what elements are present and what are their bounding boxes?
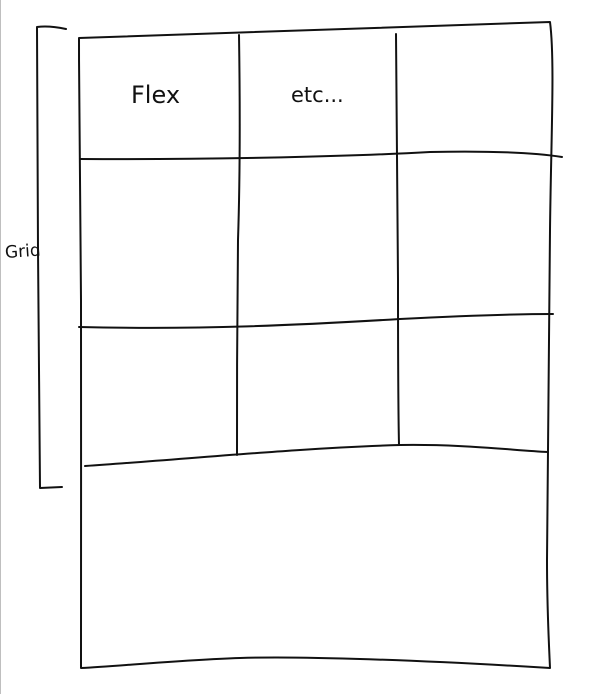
row-divider-3 [84, 443, 549, 467]
column-divider-1 [236, 34, 241, 456]
outer-frame [78, 21, 554, 669]
layout-sketch: Grid Flex etc... [4, 21, 563, 669]
grid-label: Grid [4, 241, 41, 263]
row-divider-1 [79, 150, 563, 161]
etc-label: etc... [291, 83, 344, 107]
column-divider-2 [395, 33, 400, 446]
row-divider-2 [78, 313, 554, 329]
flex-label: Flex [131, 81, 180, 109]
grid-bracket [36, 25, 67, 489]
